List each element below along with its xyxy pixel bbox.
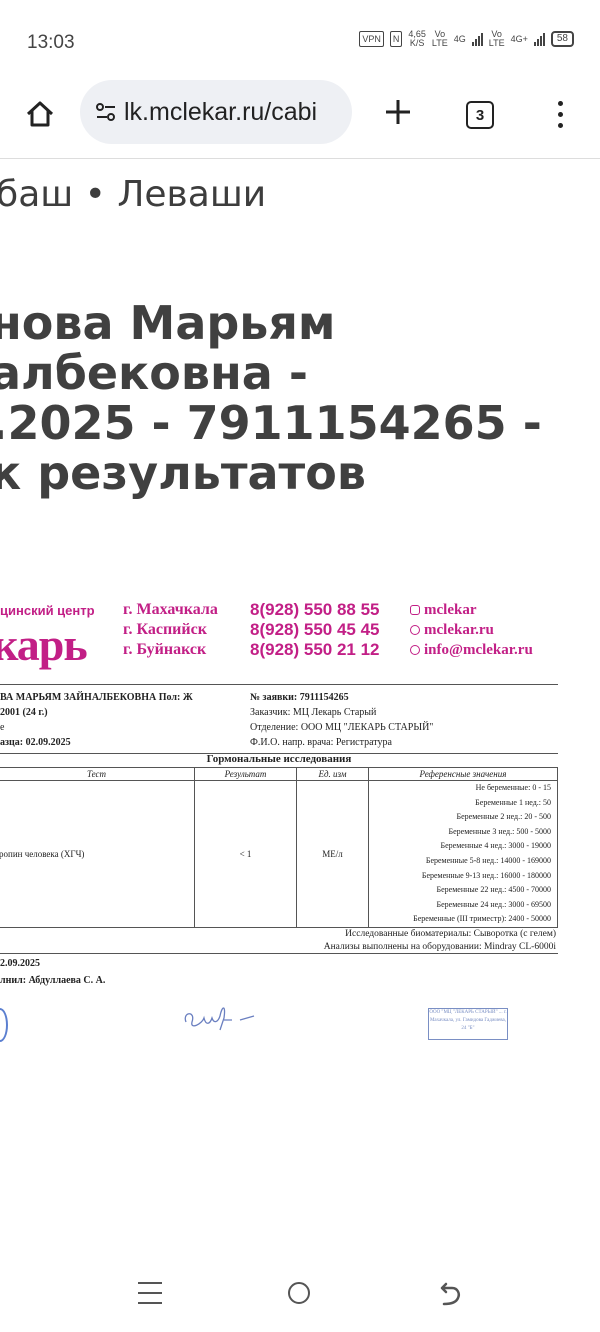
col-result: Результат xyxy=(194,767,297,781)
vpn-icon: VPN xyxy=(359,31,384,47)
reference-item: Беременные 2 нед.: 20 - 500 xyxy=(456,812,551,822)
contact-list: mclekar mclekar.ru info@mclekar.ru xyxy=(410,600,533,660)
city-item: г. Каспийск xyxy=(123,621,207,638)
brand-subtitle: цинский центр xyxy=(0,603,95,618)
phone-item: 8(928) 550 45 45 xyxy=(250,620,380,639)
reference-values: Не беременные: 0 - 15 Беременные 1 нед.:… xyxy=(368,780,558,928)
patient-line: е xyxy=(0,722,5,733)
signature-icon xyxy=(184,1007,255,1031)
reference-item: Беременные (III триместр): 2400 - 50000 xyxy=(413,914,551,924)
execution-date: 2.09.2025 xyxy=(0,958,40,969)
referring-doctor: Ф.И.О. напр. врача: Регистратура xyxy=(250,737,392,748)
executor-name: лнил: Абдуллаева С. А. xyxy=(0,975,106,986)
title-line-1: нова Марьям xyxy=(0,296,336,350)
patient-birth: 2001 (24 г.) xyxy=(0,707,48,718)
reference-item: Беременные 24 нед.: 3000 - 69500 xyxy=(436,899,551,909)
title-line-4: к результатов xyxy=(0,446,366,500)
back-button[interactable] xyxy=(436,1280,464,1312)
city-item: г. Буйнакск xyxy=(123,641,207,658)
net-1-label: 4G xyxy=(453,33,466,44)
volte-1-icon: Vo LTE xyxy=(432,30,448,48)
lab-result-document[interactable]: цинский центр карь г. Махачкала г. Каспи… xyxy=(0,598,600,1058)
back-icon xyxy=(440,1282,460,1306)
sample-date: азца: 02.09.2025 xyxy=(0,737,71,748)
reference-item: Беременные 22 нед.: 4500 - 70000 xyxy=(436,885,551,895)
web-icon xyxy=(410,625,420,635)
contact-email: info@mclekar.ru xyxy=(424,642,533,658)
col-test: Тест xyxy=(0,767,195,781)
plus-icon xyxy=(386,100,410,124)
reference-item: Беременные 9-13 нед.: 16000 - 180000 xyxy=(421,870,551,880)
home-nav-button[interactable] xyxy=(288,1282,310,1304)
volte-2-bottom: LTE xyxy=(488,38,505,48)
reference-item: Не беременные: 0 - 15 xyxy=(475,783,551,792)
test-unit: МЕ/л xyxy=(296,780,369,928)
battery-icon: 58 xyxy=(550,31,574,47)
rectangular-stamp: ООО "МЦ "ЛЕКАРЬ СТАРЫЙ" ... г. Махачкала… xyxy=(428,1008,508,1040)
mail-icon xyxy=(410,645,420,655)
city-item: г. Махачкала xyxy=(123,601,218,618)
title-line-3: .2025 - 7911154265 - xyxy=(0,396,542,450)
reference-item: Беременные 5-8 нед.: 14000 - 169000 xyxy=(425,855,551,865)
network-speed: 4,65 K/S xyxy=(408,30,426,48)
home-button[interactable] xyxy=(20,94,60,134)
overflow-menu-icon[interactable] xyxy=(548,94,572,134)
col-reference: Референсные значения xyxy=(368,767,558,781)
order-number: № заявки: 7911154265 xyxy=(250,692,349,703)
col-unit: Ед. изм xyxy=(296,767,369,781)
test-result: < 1 xyxy=(194,780,297,928)
status-icons: VPN N 4,65 K/S Vo LTE 4G Vo LTE 4G+ 58 xyxy=(359,30,574,48)
contact-instagram: mclekar xyxy=(424,602,477,618)
phone-list: 8(928) 550 88 55 8(928) 550 45 45 8(928)… xyxy=(250,600,380,660)
signal-1-icon xyxy=(471,32,483,46)
divider xyxy=(0,684,558,685)
title-line-2: албековна - xyxy=(0,346,308,400)
url-text[interactable]: lk.mclekar.ru/cabi xyxy=(124,98,339,127)
patient-info: ВА МАРЬЯМ ЗАЙНАЛБЕКОВНА Пол: Ж 2001 (24 … xyxy=(0,690,193,750)
brand-logo-text: карь xyxy=(0,619,88,670)
contact-website: mclekar.ru xyxy=(424,622,494,638)
volte-1-bottom: LTE xyxy=(431,38,448,48)
stamp-text: ООО "МЦ "ЛЕКАРЬ СТАРЫЙ" ... г. Махачкала… xyxy=(429,1010,507,1031)
divider xyxy=(0,953,558,954)
phone-item: 8(928) 550 21 12 xyxy=(250,640,380,659)
signal-2-icon xyxy=(533,32,545,46)
reference-item: Беременные 1 нед.: 50 xyxy=(475,797,551,807)
execution-info: 2.09.2025 лнил: Абдуллаева С. А. xyxy=(0,955,105,989)
speed-unit: K/S xyxy=(409,38,425,48)
round-stamp-icon xyxy=(0,1008,8,1042)
status-bar: 13:03 VPN N 4,65 K/S Vo LTE 4G Vo LTE 4G… xyxy=(0,0,600,80)
page-title: нова Марьям албековна - .2025 - 79111542… xyxy=(0,298,542,498)
patient-name: ВА МАРЬЯМ ЗАЙНАЛБЕКОВНА Пол: Ж xyxy=(0,692,193,703)
test-name: ропин человека (ХГЧ) xyxy=(0,780,195,928)
biomaterial-info: Исследованные биоматериалы: Сыворотка (с… xyxy=(200,928,556,954)
department: Отделение: ООО МЦ "ЛЕКАРЬ СТАРЫЙ" xyxy=(250,722,434,733)
order-info: № заявки: 7911154265 Заказчик: МЦ Лекарь… xyxy=(250,690,433,750)
site-settings-icon[interactable] xyxy=(88,100,124,124)
table-row: ропин человека (ХГЧ) < 1 МЕ/л Не беремен… xyxy=(0,780,558,928)
clinic-location: баш • Леваши xyxy=(0,174,267,215)
volte-2-icon: Vo LTE xyxy=(489,30,505,48)
reference-item: Беременные 3 нед.: 500 - 5000 xyxy=(448,826,551,836)
new-tab-button[interactable] xyxy=(378,92,418,132)
system-nav-bar xyxy=(0,1260,600,1332)
city-list: г. Махачкала г. Каспийск г. Буйнакск xyxy=(123,600,218,660)
browser-toolbar: lk.mclekar.ru/cabi 3 xyxy=(0,80,600,159)
instagram-icon xyxy=(410,605,420,615)
table-header-row: Тест Результат Ед. изм Референсные значе… xyxy=(0,767,558,781)
recent-apps-button[interactable] xyxy=(138,1282,162,1304)
section-title: Гормональные исследования xyxy=(206,753,352,765)
net-2-label: 4G+ xyxy=(510,33,528,44)
tab-switcher-button[interactable]: 3 xyxy=(466,101,494,129)
customer: Заказчик: МЦ Лекарь Старый xyxy=(250,707,377,718)
nfc-icon: N xyxy=(389,31,403,47)
clock: 13:03 xyxy=(27,32,75,53)
home-icon xyxy=(26,101,54,127)
reference-item: Беременные 4 нед.: 3000 - 19000 xyxy=(440,841,551,851)
address-bar[interactable]: lk.mclekar.ru/cabi xyxy=(80,80,352,144)
biomaterial-line: Исследованные биоматериалы: Сыворотка (с… xyxy=(345,929,556,939)
results-table: Тест Результат Ед. изм Референсные значе… xyxy=(0,767,558,928)
phone-item: 8(928) 550 88 55 xyxy=(250,600,380,619)
